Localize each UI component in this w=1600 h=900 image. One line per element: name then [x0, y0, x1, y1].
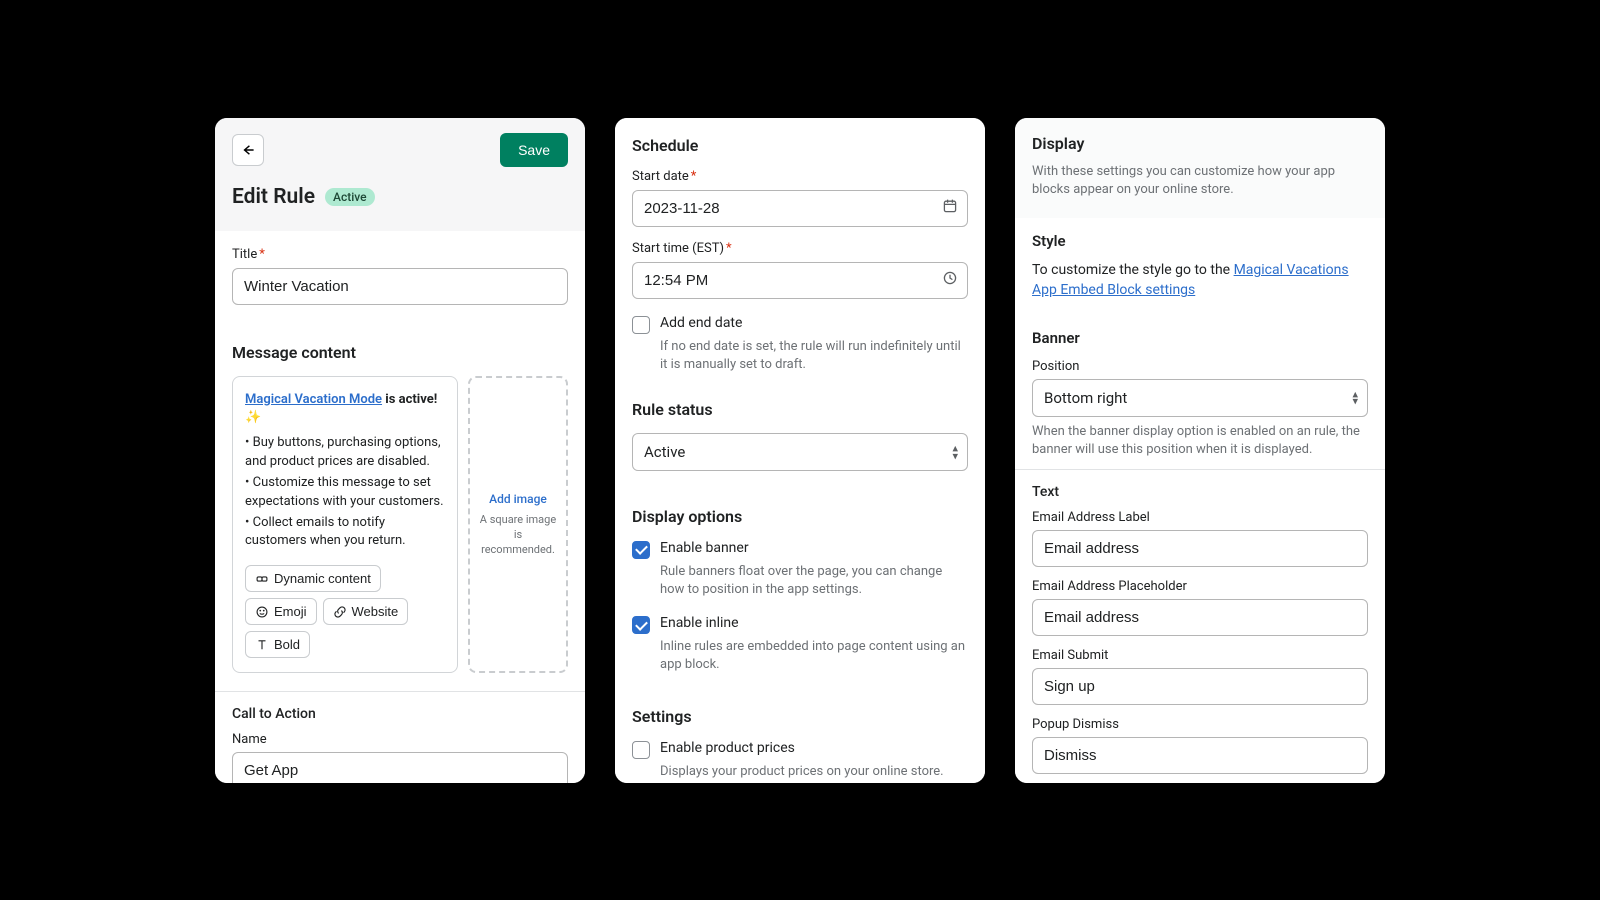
calendar-icon[interactable]: [942, 198, 958, 218]
rule-status-heading: Rule status: [632, 400, 968, 419]
settings-heading: Settings: [632, 707, 968, 726]
rule-status-select[interactable]: Active: [632, 433, 968, 471]
email-ph-label: Email Address Placeholder: [1032, 579, 1368, 594]
text-heading: Text: [1032, 484, 1368, 500]
link-icon: [255, 572, 269, 586]
enable-prices-checkbox[interactable]: [632, 741, 650, 759]
popup-dismiss-label: Popup Dismiss: [1032, 717, 1368, 732]
start-date-input[interactable]: [632, 190, 968, 227]
emoji-button[interactable]: Emoji: [245, 598, 317, 625]
add-image-button[interactable]: Add image: [489, 491, 547, 507]
chevron-updown-icon: ▴▾: [952, 444, 958, 459]
display-header: Display With these settings you can cust…: [1015, 118, 1385, 219]
start-date-label: Start date*: [632, 169, 968, 184]
position-label: Position: [1032, 359, 1368, 374]
text-icon: [255, 638, 269, 652]
enable-banner-desc: Rule banners float over the page, you ca…: [632, 563, 968, 599]
message-bullet: • Collect emails to notify customers whe…: [245, 514, 445, 552]
position-hint: When the banner display option is enable…: [1032, 423, 1368, 459]
style-text: To customize the style go to the: [1032, 262, 1234, 278]
style-heading: Style: [1032, 232, 1368, 250]
panel-header: Save Edit Rule Active: [215, 118, 585, 231]
cta-name-label: Name: [232, 732, 568, 747]
message-mode-link[interactable]: Magical Vacation Mode: [245, 392, 382, 407]
start-time-input[interactable]: [632, 262, 968, 299]
arrow-left-icon: [241, 143, 255, 157]
email-label-input[interactable]: [1032, 530, 1368, 567]
email-label-label: Email Address Label: [1032, 510, 1368, 525]
enable-banner-checkbox[interactable]: [632, 541, 650, 559]
banner-heading: Banner: [1032, 329, 1368, 347]
dynamic-content-button[interactable]: Dynamic content: [245, 565, 381, 592]
emoji-icon: [255, 605, 269, 619]
schedule-heading: Schedule: [632, 136, 968, 155]
popup-dismiss-input[interactable]: [1032, 737, 1368, 774]
add-end-date-label: Add end date: [660, 315, 742, 331]
message-bullet: • Customize this message to set expectat…: [245, 474, 445, 512]
email-submit-input[interactable]: [1032, 668, 1368, 705]
display-heading: Display: [1032, 134, 1368, 153]
website-button[interactable]: Website: [323, 598, 409, 625]
image-hint: A square image is recommended.: [476, 513, 560, 558]
cta-heading: Call to Action: [232, 706, 568, 722]
image-dropzone[interactable]: Add image A square image is recommended.: [468, 376, 568, 674]
display-options-heading: Display options: [632, 507, 968, 526]
edit-rule-panel: Save Edit Rule Active Title* Message con…: [215, 118, 585, 783]
add-end-date-checkbox[interactable]: [632, 316, 650, 334]
email-ph-input[interactable]: [1032, 599, 1368, 636]
enable-prices-label: Enable product prices: [660, 740, 795, 756]
link-icon: [333, 605, 347, 619]
page-title: Edit Rule: [232, 185, 315, 209]
display-desc: With these settings you can customize ho…: [1032, 163, 1368, 201]
title-input[interactable]: [232, 268, 568, 305]
enable-banner-label: Enable banner: [660, 540, 749, 556]
email-submit-label: Email Submit: [1032, 648, 1368, 663]
message-editor[interactable]: Magical Vacation Mode is active! ✨ • Buy…: [232, 376, 458, 674]
save-button[interactable]: Save: [500, 133, 568, 167]
message-content-heading: Message content: [232, 343, 568, 362]
title-label: Title*: [232, 247, 568, 262]
schedule-panel: Schedule Start date* Start time (EST)* A…: [615, 118, 985, 783]
end-date-hint: If no end date is set, the rule will run…: [632, 338, 968, 374]
chevron-updown-icon: ▴▾: [1352, 390, 1358, 405]
enable-prices-desc: Displays your product prices on your onl…: [632, 763, 968, 781]
bold-button[interactable]: Bold: [245, 631, 310, 658]
position-select[interactable]: Bottom right: [1032, 379, 1368, 417]
display-panel: Display With these settings you can cust…: [1015, 118, 1385, 783]
clock-icon[interactable]: [942, 270, 958, 290]
enable-inline-label: Enable inline: [660, 615, 739, 631]
status-badge: Active: [325, 188, 375, 206]
message-bullet: • Buy buttons, purchasing options, and p…: [245, 434, 445, 472]
back-button[interactable]: [232, 134, 264, 166]
cta-name-input[interactable]: [232, 752, 568, 782]
enable-inline-desc: Inline rules are embedded into page cont…: [632, 638, 968, 674]
enable-inline-checkbox[interactable]: [632, 616, 650, 634]
start-time-label: Start time (EST)*: [632, 241, 968, 256]
